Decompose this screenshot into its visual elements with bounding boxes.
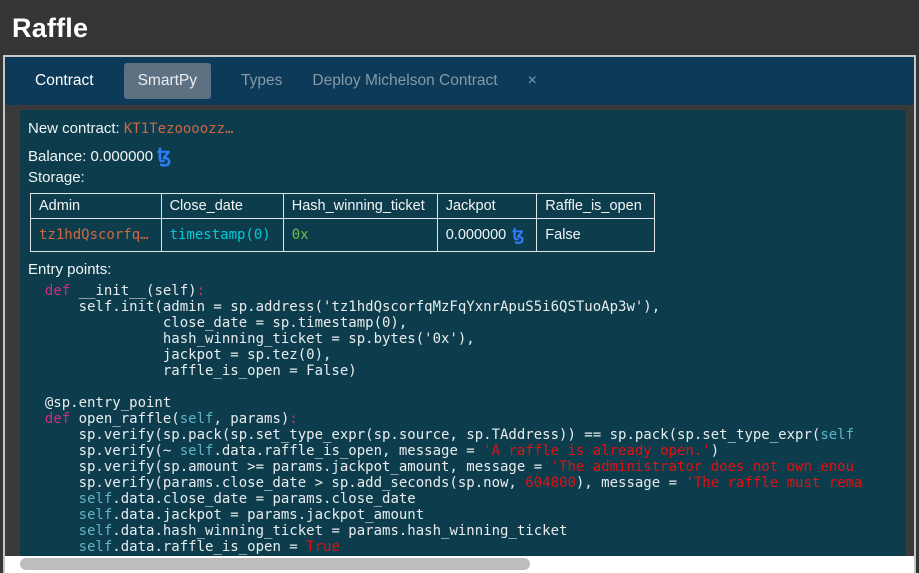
storage-header-close_date: Close_date — [161, 194, 283, 219]
code-line: close_date = sp.timestamp(0), — [28, 315, 906, 331]
contract-output-panel: New contract: KT1Tezoooozz… Balance: 0.0… — [20, 110, 906, 556]
storage-header-jackpot: Jackpot — [437, 194, 537, 219]
tab-types[interactable]: Types — [241, 72, 282, 90]
code-line: def __init__(self): — [28, 283, 906, 299]
storage-value-raffle_is_open: False — [537, 219, 654, 252]
new-contract-label: New contract: — [28, 120, 120, 137]
code-line: def open_raffle(self, params): — [28, 411, 906, 427]
code-line: hash_winning_ticket = sp.bytes('0x'), — [28, 331, 906, 347]
code-line: sp.verify(sp.amount >= params.jackpot_am… — [28, 459, 906, 475]
code-line: self.data.hash_winning_ticket = params.h… — [28, 523, 906, 539]
horizontal-scrollbar-thumb[interactable] — [20, 558, 530, 570]
contract-code-block: def __init__(self): self.init(admin = sp… — [28, 283, 906, 555]
code-line: self.data.close_date = params.close_date — [28, 491, 906, 507]
page-title: Raffle — [0, 0, 919, 55]
code-line: @sp.entry_point — [28, 395, 906, 411]
tab-deploy-michelson-contract[interactable]: Deploy Michelson Contract — [312, 72, 497, 90]
storage-value-hash_winning_ticket: 0x — [283, 219, 437, 252]
code-line: sp.verify(params.close_date > sp.add_sec… — [28, 475, 906, 491]
storage-header-hash_winning_ticket: Hash_winning_ticket — [283, 194, 437, 219]
horizontal-scrollbar-track[interactable] — [5, 556, 914, 573]
balance-line: Balance: 0.000000ꜩ — [28, 146, 906, 167]
code-line: self.data.raffle_is_open = True — [28, 539, 906, 555]
code-line: sp.verify(sp.pack(sp.set_type_expr(sp.so… — [28, 427, 906, 443]
storage-header-raffle_is_open: Raffle_is_open — [537, 194, 654, 219]
storage-table: AdminClose_dateHash_winning_ticketJackpo… — [30, 193, 655, 252]
code-line: jackpot = sp.tez(0), — [28, 347, 906, 363]
storage-value-jackpot: 0.000000ꜩ — [437, 219, 537, 252]
entry-points-label: Entry points: — [28, 259, 906, 280]
tez-symbol-icon: ꜩ — [506, 225, 524, 244]
code-line: self.init(admin = sp.address('tz1hdQscor… — [28, 299, 906, 315]
code-line: self.data.jackpot = params.jackpot_amoun… — [28, 507, 906, 523]
storage-value-admin: tz1hdQscorfq… — [31, 219, 162, 252]
tab-smartpy[interactable]: SmartPy — [124, 63, 211, 99]
code-line — [28, 379, 906, 395]
code-line: sp.verify(~ self.data.raffle_is_open, me… — [28, 443, 906, 459]
new-contract-address[interactable]: KT1Tezoooozz… — [124, 121, 234, 137]
tez-symbol-icon: ꜩ — [153, 145, 171, 167]
balance-label: Balance: — [28, 148, 86, 165]
storage-header-admin: Admin — [31, 194, 162, 219]
storage-header-row: AdminClose_dateHash_winning_ticketJackpo… — [31, 194, 655, 219]
storage-value-close_date: timestamp(0) — [161, 219, 283, 252]
balance-value: 0.000000 — [91, 148, 154, 165]
close-tab-icon[interactable]: × — [528, 72, 537, 90]
tab-bar: Contract SmartPy Types Deploy Michelson … — [5, 57, 914, 105]
new-contract-line: New contract: KT1Tezoooozz… — [28, 118, 906, 139]
code-line: raffle_is_open = False) — [28, 363, 906, 379]
tab-contract[interactable]: Contract — [35, 72, 94, 90]
storage-value-row: tz1hdQscorfq…timestamp(0)0x0.000000ꜩFals… — [31, 219, 655, 252]
storage-label: Storage: — [28, 167, 906, 188]
contract-panel-frame: Contract SmartPy Types Deploy Michelson … — [3, 55, 916, 573]
